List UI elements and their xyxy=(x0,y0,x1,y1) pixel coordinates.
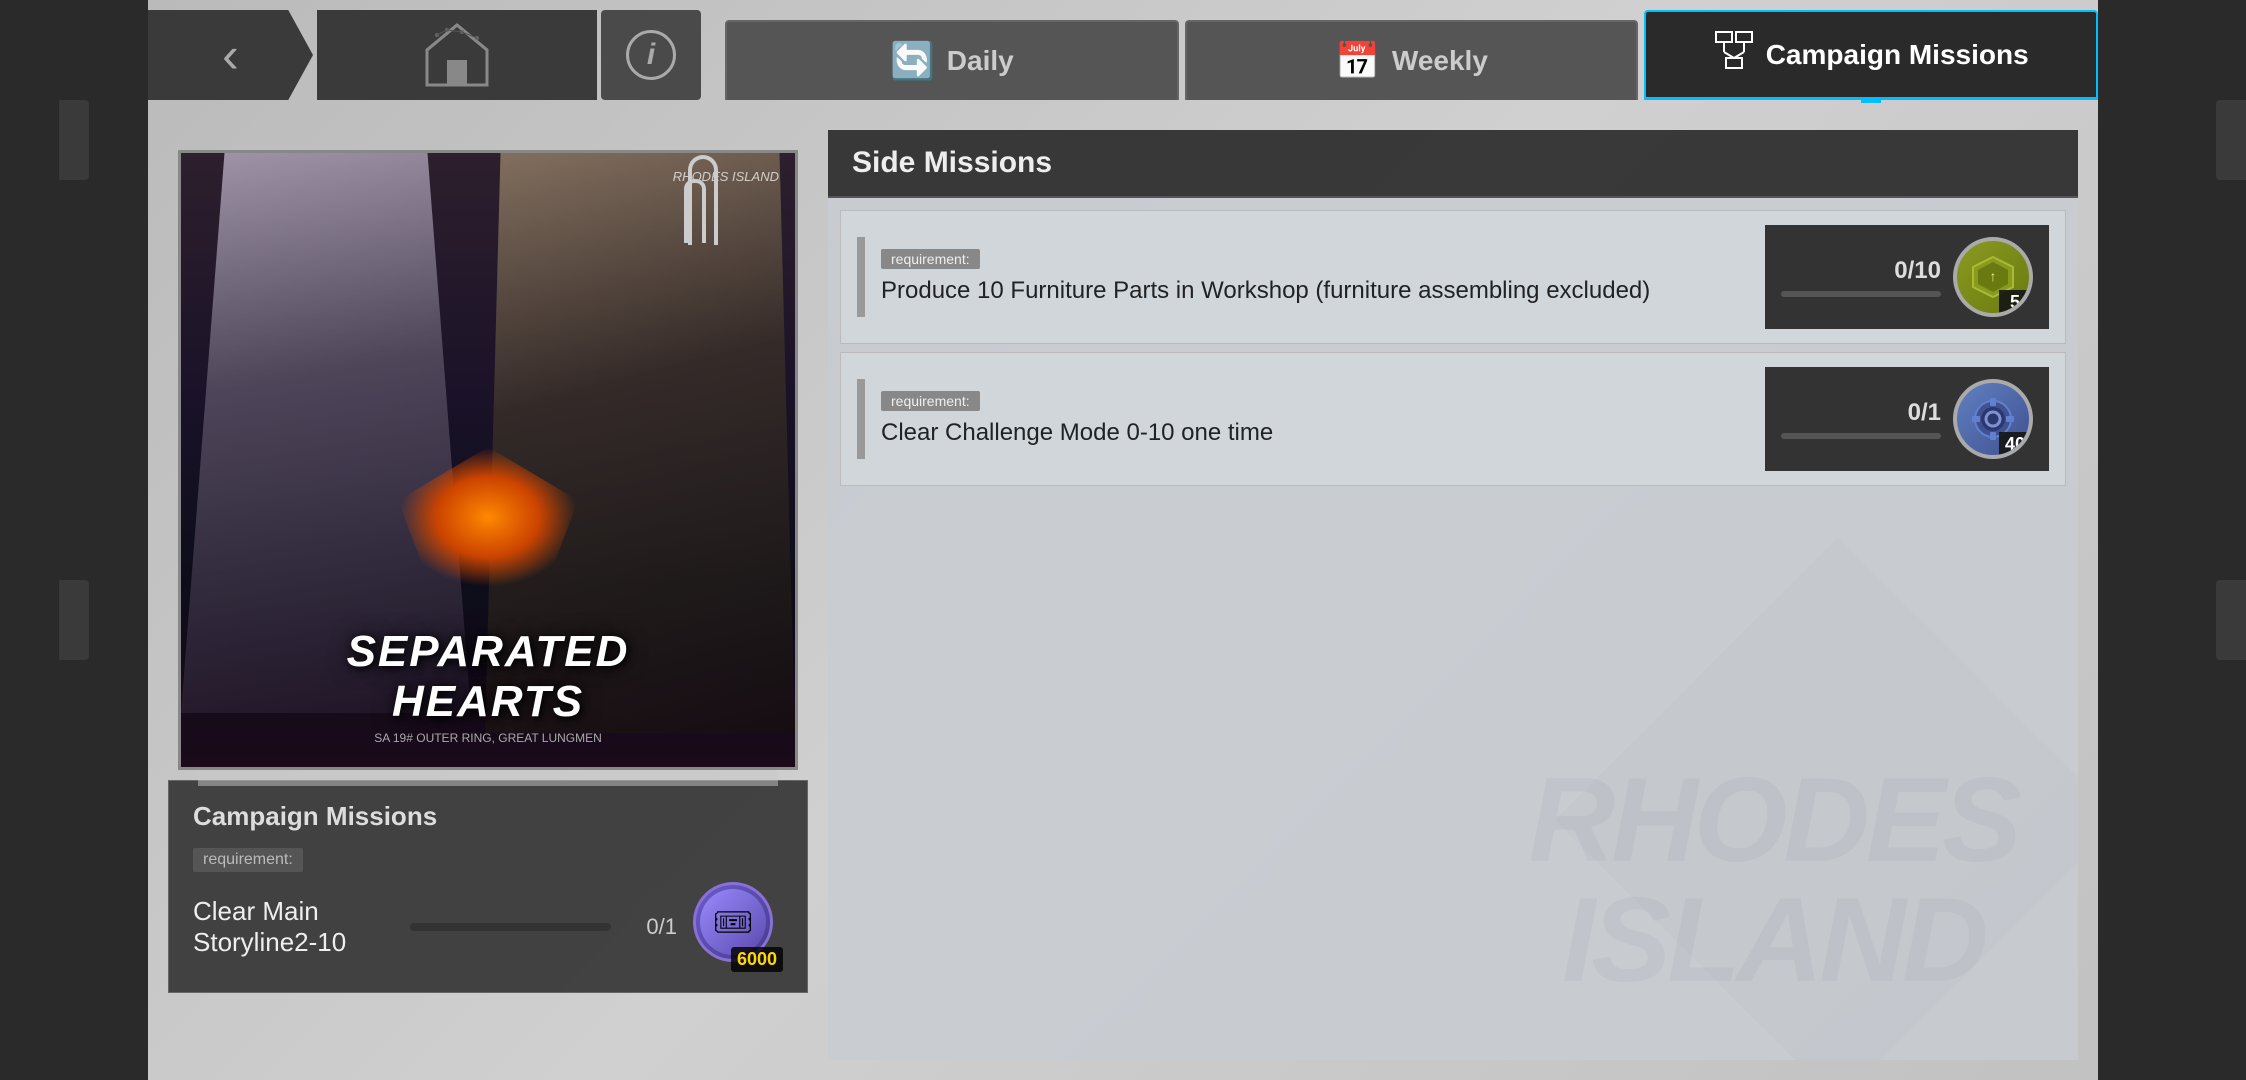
info-button[interactable]: i xyxy=(601,10,701,100)
mission-1-reward-circle: ↑ 5 xyxy=(1953,237,2033,317)
right-panel: Side Missions RHODESISLAND requirement: … xyxy=(828,130,2078,1060)
mission-1-count: 0/10 xyxy=(1781,257,1941,285)
chevron-left-icon: ‹ xyxy=(222,30,239,80)
home-button[interactable] xyxy=(317,10,597,100)
ri-diamond-watermark xyxy=(1555,537,2078,1060)
svg-text:↑: ↑ xyxy=(1990,268,1997,284)
art-location: SA 19# OUTER RING, GREAT LUNGMEN xyxy=(374,731,602,745)
mission-1-reward-count: 5 xyxy=(1999,290,2031,315)
tab-weekly-label: Weekly xyxy=(1392,45,1488,77)
campaign-req-badge: requirement: xyxy=(193,848,303,872)
right-sidebar xyxy=(2098,0,2246,1080)
side-mission-1: requirement: Produce 10 Furniture Parts … xyxy=(840,210,2066,344)
weekly-icon: 📅 xyxy=(1335,40,1380,82)
left-sidebar xyxy=(0,0,148,1080)
left-panel: SEPARATED HEARTS SA 19# OUTER RING, GREA… xyxy=(168,130,808,1060)
home-icon xyxy=(422,20,492,90)
side-missions-content: RHODESISLAND requirement: Produce 10 Fur… xyxy=(828,198,2078,1060)
mission-2-reward-count: 40 xyxy=(1999,432,2031,457)
mission-2-bar xyxy=(857,379,865,459)
campaign-mission-title: Campaign Missions xyxy=(193,801,783,832)
main-content: SEPARATED HEARTS SA 19# OUTER RING, GREA… xyxy=(148,110,2098,1080)
mission-1-bar xyxy=(857,237,865,317)
mission-2-bar-fill xyxy=(1781,433,1941,439)
right-notch-top xyxy=(2216,100,2246,180)
mission-1-req-badge: requirement: xyxy=(881,249,980,269)
side-mission-2: requirement: Clear Challenge Mode 0-10 o… xyxy=(840,352,2066,486)
mission-2-req-badge: requirement: xyxy=(881,391,980,411)
tab-daily[interactable]: 🔄 Daily xyxy=(725,20,1179,100)
campaign-mission-reward: 6000 xyxy=(693,882,783,972)
mission-2-right: 0/1 xyxy=(1765,367,2049,471)
daily-icon: 🔄 xyxy=(890,40,935,82)
tab-daily-label: Daily xyxy=(947,45,1014,77)
campaign-mission-count: 0/1 xyxy=(627,914,677,940)
left-notch-bottom xyxy=(59,580,89,660)
mission-2-content: requirement: Clear Challenge Mode 0-10 o… xyxy=(881,391,1749,447)
right-notch-bottom xyxy=(2216,580,2246,660)
side-missions-header: Side Missions xyxy=(828,130,2078,198)
mission-2-desc: Clear Challenge Mode 0-10 one time xyxy=(881,419,1749,447)
info-icon: i xyxy=(626,30,676,80)
tab-campaign-label: Campaign Missions xyxy=(1766,39,2029,71)
tab-weekly[interactable]: 📅 Weekly xyxy=(1185,20,1639,100)
campaign-mission-desc: Clear Main Storyline2-10 xyxy=(193,896,394,958)
mission-2-count: 0/1 xyxy=(1781,399,1941,427)
ri-text-watermark: RHODESISLAND xyxy=(1529,760,2018,1000)
mission-2-reward-circle: 40 xyxy=(1953,379,2033,459)
mission-1-content: requirement: Produce 10 Furniture Parts … xyxy=(881,249,1749,305)
art-title-line2: HEARTS xyxy=(392,677,584,727)
mission-1-progress-area: 0/10 xyxy=(1781,257,1941,297)
left-notch-top xyxy=(59,100,89,180)
top-nav: ‹ i 🔄 Daily 📅 Weekly xyxy=(148,0,2098,110)
back-button[interactable]: ‹ xyxy=(148,10,313,100)
mission-1-desc: Produce 10 Furniture Parts in Workshop (… xyxy=(881,277,1749,305)
campaign-art-container: SEPARATED HEARTS SA 19# OUTER RING, GREA… xyxy=(178,150,798,770)
mission-1-right: 0/10 ↑ 5 xyxy=(1765,225,2049,329)
mission-2-progress-area: 0/1 xyxy=(1781,399,1941,439)
mission-1-bar-fill xyxy=(1781,291,1941,297)
campaign-reward-count: 6000 xyxy=(731,947,783,972)
campaign-mission-progress-bar xyxy=(410,923,611,931)
campaign-icon xyxy=(1714,30,1754,79)
campaign-mission-section: Campaign Missions requirement: Clear Mai… xyxy=(168,780,808,993)
campaign-mission-row: Clear Main Storyline2-10 0/1 6000 xyxy=(193,882,783,972)
tab-campaign[interactable]: Campaign Missions xyxy=(1644,10,2098,100)
paperclip-decoration xyxy=(688,155,718,245)
tab-navigation: 🔄 Daily 📅 Weekly Campaign Missions xyxy=(725,10,2098,100)
tape-decoration xyxy=(198,770,778,786)
art-title-line1: SEPARATED xyxy=(347,627,630,677)
